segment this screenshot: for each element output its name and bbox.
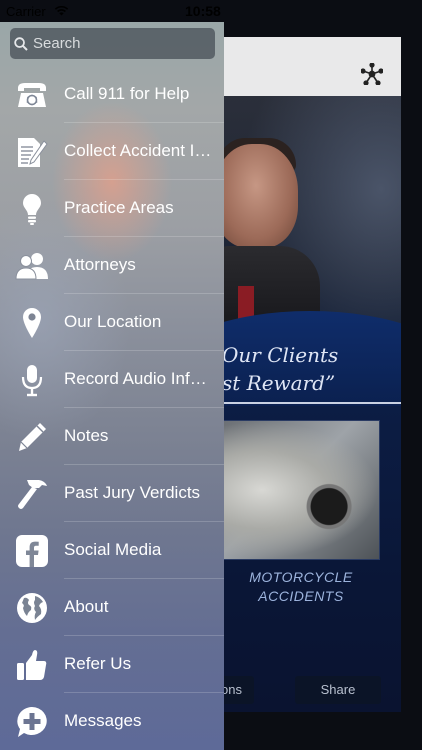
map-pin-icon <box>15 306 49 340</box>
pencil-icon <box>15 420 49 454</box>
attorney-hero-image: Our Clients st Reward” <box>200 96 401 406</box>
menu-item-about[interactable]: About <box>0 579 224 636</box>
menu-item-record-audio[interactable]: Record Audio Information <box>0 351 224 408</box>
menu-item-label: Past Jury Verdicts <box>64 483 201 502</box>
menu-item-label: Record Audio Information <box>64 369 214 388</box>
menu-item-refer-us[interactable]: Refer Us <box>0 636 224 693</box>
menu-item-label: Notes <box>64 426 109 445</box>
menu-item-our-location[interactable]: Our Location <box>0 294 224 351</box>
menu-item-notes[interactable]: Notes <box>0 408 224 465</box>
hero-divider <box>200 402 401 404</box>
menu-item-label: Our Location <box>64 312 162 331</box>
caption-line1: MOTORCYCLE <box>249 569 353 585</box>
attorney-portrait <box>214 144 298 248</box>
carrier-label: Carrier <box>6 4 46 19</box>
caption-line2: ACCIDENTS <box>258 588 344 604</box>
microphone-icon <box>15 363 49 397</box>
people-icon <box>15 249 49 283</box>
message-plus-icon <box>15 705 49 739</box>
facebook-icon <box>15 534 49 568</box>
thumbs-up-icon <box>15 648 49 682</box>
menu-item-collect-accident-info[interactable]: Collect Accident Information <box>0 123 224 180</box>
network-share-icon[interactable] <box>361 63 383 85</box>
menu-item-label: Refer Us <box>64 654 132 673</box>
drawer-menu: Call 911 for Help Collect Accident Infor… <box>0 66 224 750</box>
clock: 10:58 <box>185 3 221 19</box>
menu-item-call-911[interactable]: Call 911 for Help <box>0 66 224 123</box>
hammer-icon <box>15 477 49 511</box>
menu-item-label: About <box>64 597 109 616</box>
menu-item-label: Attorneys <box>64 255 136 274</box>
hero-tagline-line2: st Reward” <box>222 371 336 395</box>
menu-item-practice-areas[interactable]: Practice Areas <box>0 180 224 237</box>
menu-item-messages[interactable]: Messages <box>0 693 224 750</box>
globe-icon <box>15 591 49 625</box>
hero-tagline-line1: Our Clients <box>222 343 339 367</box>
share-button[interactable]: Share <box>295 676 381 704</box>
document-pen-icon <box>15 135 49 169</box>
telephone-icon <box>15 78 49 112</box>
search-icon <box>14 36 28 51</box>
practice-area-panel: MOTORCYCLE ACCIDENTS ons Share <box>200 406 401 712</box>
lightbulb-icon <box>15 192 49 226</box>
background-navbar <box>200 37 401 96</box>
menu-item-social-media[interactable]: Social Media <box>0 522 224 579</box>
menu-item-label: Collect Accident Information <box>64 141 214 160</box>
side-drawer: Call 911 for Help Collect Accident Infor… <box>0 22 224 750</box>
menu-item-label: Social Media <box>64 540 162 559</box>
menu-item-label: Call 911 for Help <box>64 84 190 103</box>
menu-item-attorneys[interactable]: Attorneys <box>0 237 224 294</box>
menu-item-label: Messages <box>64 711 142 730</box>
menu-item-past-jury-verdicts[interactable]: Past Jury Verdicts <box>0 465 224 522</box>
status-bar: Carrier 10:58 <box>0 0 422 22</box>
motorcycle-accidents-caption[interactable]: MOTORCYCLE ACCIDENTS <box>222 568 380 606</box>
menu-item-label: Practice Areas <box>64 198 174 217</box>
search-input[interactable] <box>33 35 213 52</box>
wifi-icon <box>54 5 69 16</box>
motorcycle-accident-photo[interactable] <box>222 420 380 560</box>
hero-tagline: Our Clients st Reward” <box>200 341 401 397</box>
search-bar[interactable] <box>10 28 215 59</box>
